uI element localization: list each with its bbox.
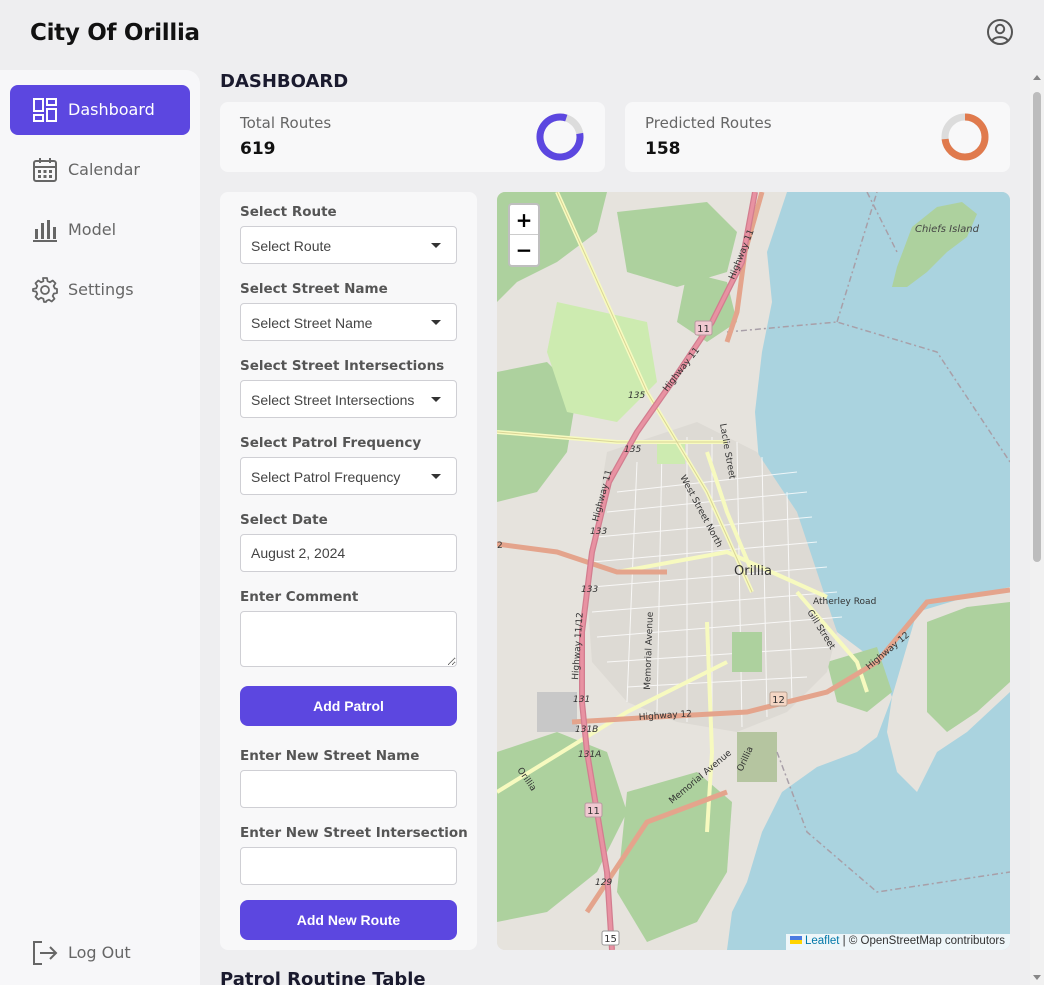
predicted-routes-donut-icon	[941, 113, 989, 161]
chevron-down-icon	[431, 397, 441, 402]
zoom-in-button[interactable]: +	[510, 205, 538, 235]
calendar-icon	[33, 158, 57, 182]
patrol-form: Select Route Select Route Select Street …	[220, 192, 477, 950]
map-attribution: Leaflet | © OpenStreetMap contributors	[785, 934, 1010, 950]
chevron-down-icon	[431, 243, 441, 248]
svg-text:11: 11	[587, 806, 600, 817]
svg-text:129: 129	[595, 878, 612, 888]
svg-text:131A: 131A	[578, 750, 601, 760]
new-street-input[interactable]	[240, 770, 457, 808]
app-title: City Of Orillia	[30, 20, 200, 46]
scroll-down-arrow-icon[interactable]	[1033, 975, 1041, 980]
zoom-control: + −	[508, 203, 540, 267]
chevron-down-icon	[431, 474, 441, 479]
svg-text:135: 135	[624, 445, 641, 455]
page-title: DASHBOARD	[220, 71, 349, 92]
route-select-value: Select Route	[251, 238, 332, 254]
ukraine-flag-icon	[789, 935, 802, 944]
sidebar-item-settings[interactable]: Settings	[10, 265, 190, 315]
chevron-down-icon	[431, 320, 441, 325]
stat-label: Predicted Routes	[645, 114, 772, 132]
sidebar-item-model[interactable]: Model	[10, 205, 190, 255]
intersection-label: Select Street Intersections	[240, 358, 445, 374]
svg-text:131: 131	[573, 695, 590, 705]
svg-text:135: 135	[628, 391, 645, 401]
main-content: DASHBOARD Total Routes 619 Predicted Rou…	[200, 70, 1030, 985]
attribution-text: | © OpenStreetMap contributors	[839, 935, 1005, 947]
stat-card-predicted-routes: Predicted Routes 158	[625, 102, 1010, 172]
add-patrol-button[interactable]: Add Patrol	[240, 686, 457, 726]
new-intersection-input[interactable]	[240, 847, 457, 885]
date-label: Select Date	[240, 512, 328, 528]
logout-button[interactable]: Log Out	[10, 928, 190, 978]
map[interactable]: 11 11 12 15 Orillia Chiefs Island Atherl…	[497, 192, 1010, 950]
new-street-label: Enter New Street Name	[240, 748, 420, 764]
sidebar-item-label: Settings	[68, 280, 134, 299]
svg-text:133: 133	[590, 527, 607, 537]
stat-value: 619	[240, 139, 276, 159]
date-input[interactable]	[240, 534, 457, 572]
frequency-select-value: Select Patrol Frequency	[251, 469, 401, 485]
sidebar-item-label: Dashboard	[68, 100, 155, 119]
svg-text:12: 12	[772, 695, 785, 706]
route-label: Select Route	[240, 204, 337, 220]
sidebar: Dashboard Calendar Model Settings Log Ou…	[0, 70, 200, 985]
svg-text:15: 15	[604, 934, 617, 945]
map-label-city: Orillia	[734, 564, 772, 579]
intersection-select-value: Select Street Intersections	[251, 392, 415, 408]
logout-label: Log Out	[68, 943, 131, 962]
map-tiles[interactable]: 11 11 12 15 Orillia Chiefs Island Atherl…	[497, 192, 1010, 950]
frequency-label: Select Patrol Frequency	[240, 435, 422, 451]
comment-textarea[interactable]	[240, 611, 457, 667]
new-intersection-label: Enter New Street Intersection	[240, 825, 468, 841]
svg-text:133: 133	[581, 585, 598, 595]
svg-text:2: 2	[497, 541, 503, 551]
street-select-value: Select Street Name	[251, 315, 373, 331]
route-select[interactable]: Select Route	[240, 226, 457, 264]
map-label-island: Chiefs Island	[915, 224, 980, 235]
sidebar-item-label: Calendar	[68, 160, 140, 179]
comment-label: Enter Comment	[240, 589, 359, 605]
stat-label: Total Routes	[240, 114, 332, 132]
gear-icon	[32, 277, 58, 303]
scrollbar[interactable]	[1030, 70, 1044, 985]
sidebar-item-calendar[interactable]: Calendar	[10, 145, 190, 195]
svg-text:Atherley Road: Atherley Road	[813, 597, 876, 607]
table-title: Patrol Routine Table	[220, 969, 426, 985]
sidebar-item-label: Model	[68, 220, 117, 239]
svg-text:131B: 131B	[575, 725, 598, 735]
add-new-route-button[interactable]: Add New Route	[240, 900, 457, 940]
stat-card-total-routes: Total Routes 619	[220, 102, 605, 172]
svg-text:11: 11	[697, 324, 710, 335]
user-circle-icon[interactable]	[986, 18, 1014, 46]
dashboard-icon	[33, 98, 57, 122]
scrollbar-thumb[interactable]	[1033, 92, 1041, 562]
street-label: Select Street Name	[240, 281, 388, 297]
leaflet-link[interactable]: Leaflet	[805, 935, 840, 947]
total-routes-donut-icon	[536, 113, 584, 161]
zoom-out-button[interactable]: −	[510, 235, 538, 265]
logout-icon	[33, 941, 58, 965]
scroll-up-arrow-icon[interactable]	[1033, 75, 1041, 80]
sidebar-item-dashboard[interactable]: Dashboard	[10, 85, 190, 135]
bar-chart-icon	[33, 220, 57, 242]
intersection-select[interactable]: Select Street Intersections	[240, 380, 457, 418]
street-select[interactable]: Select Street Name	[240, 303, 457, 341]
frequency-select[interactable]: Select Patrol Frequency	[240, 457, 457, 495]
stat-value: 158	[645, 139, 681, 159]
top-bar: City Of Orillia	[0, 0, 1044, 70]
